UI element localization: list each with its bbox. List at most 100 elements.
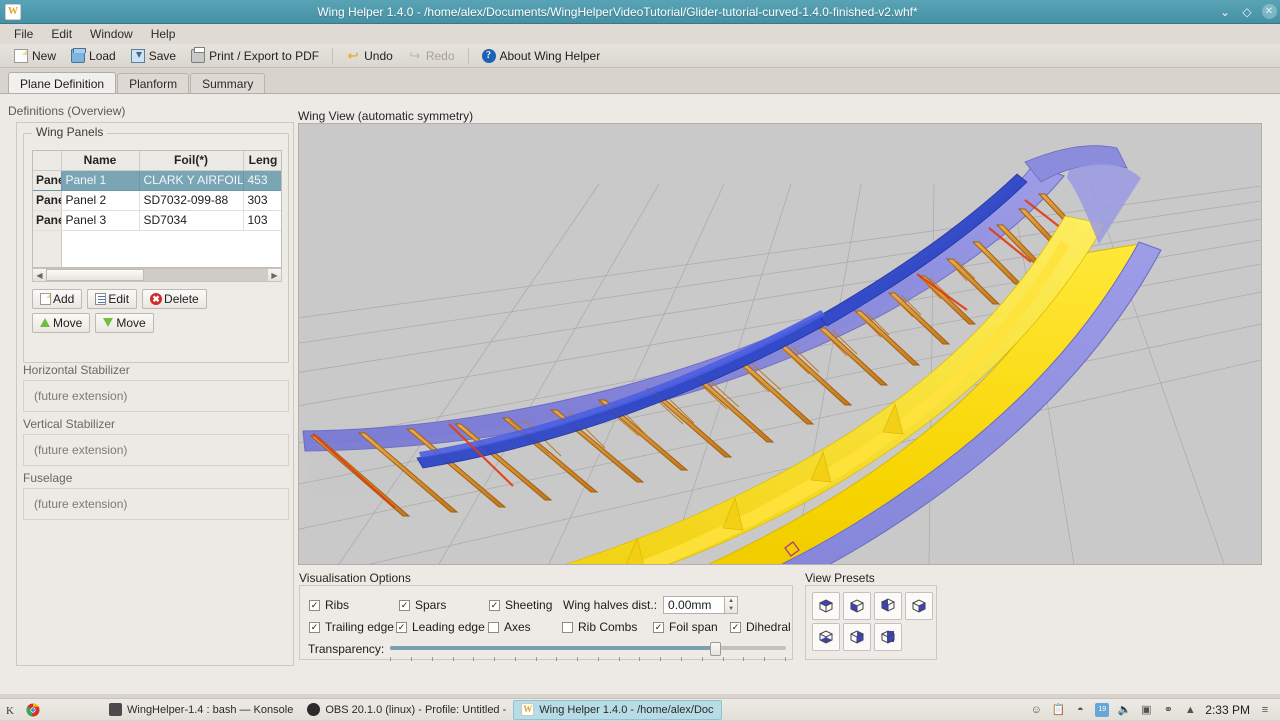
view-preset-rear-left[interactable] — [843, 623, 871, 651]
scrollbar-track[interactable] — [46, 269, 268, 281]
scroll-left-icon[interactable]: ◀ — [33, 269, 46, 281]
display-icon[interactable]: ▣ — [1139, 703, 1153, 717]
move-up-button[interactable]: Move — [32, 313, 91, 333]
table-row[interactable]: Panel #2 Panel 2 SD7032-099-88 303 — [33, 190, 281, 211]
maximize-button[interactable]: ◇ — [1236, 1, 1258, 23]
axes-checkbox-box[interactable] — [488, 621, 499, 633]
checkbox-ribs[interactable]: ✓ Ribs — [309, 598, 349, 612]
stepper-up-icon[interactable]: ▲ — [725, 597, 737, 605]
view-preset-left[interactable] — [874, 592, 902, 620]
foil-span-checkbox-box[interactable]: ✓ — [653, 621, 664, 633]
user-icon[interactable]: ☺ — [1029, 703, 1043, 717]
cube-bottom-icon — [818, 630, 834, 644]
edit-pencil-icon — [95, 293, 107, 305]
menu-window[interactable]: Window — [82, 25, 141, 43]
clipboard-icon[interactable]: 📋 — [1051, 703, 1065, 717]
add-button[interactable]: Add — [32, 289, 83, 309]
minimize-button[interactable]: ⌄ — [1214, 1, 1236, 23]
move-down-button[interactable]: Move — [95, 313, 154, 333]
load-button[interactable]: Load — [65, 47, 122, 65]
col-header-name[interactable]: Name — [61, 151, 140, 171]
col-header-index[interactable] — [33, 151, 62, 171]
col-header-foil[interactable]: Foil(*) — [139, 151, 244, 171]
scroll-right-icon[interactable]: ▶ — [268, 269, 281, 281]
table-horizontal-scrollbar[interactable]: ◀ ▶ — [32, 268, 282, 282]
wing-halves-dist-stepper[interactable]: ▲ ▼ — [725, 596, 739, 614]
chrome-icon[interactable] — [22, 699, 44, 721]
edit-button[interactable]: Edit — [87, 289, 138, 309]
leading-edge-label: Leading edge — [412, 620, 485, 634]
new-button[interactable]: New — [8, 47, 62, 65]
checkbox-leading-edge[interactable]: ✓ Leading edge — [396, 620, 485, 634]
sheeting-checkbox-box[interactable]: ✓ — [489, 599, 500, 611]
clock[interactable]: 2:33 PM — [1205, 703, 1250, 717]
taskbar-menu-icon[interactable]: ≡ — [1258, 703, 1272, 717]
delete-button[interactable]: ✖ Delete — [142, 289, 207, 309]
fuselage-box[interactable]: (future extension) — [23, 488, 289, 520]
tab-planform[interactable]: Planform — [117, 73, 190, 94]
vertical-stabilizer-box[interactable]: (future extension) — [23, 434, 289, 466]
horizontal-stabilizer-content: (future extension) — [34, 389, 128, 403]
undo-button[interactable]: ↩ Undo — [340, 47, 399, 65]
view-preset-rear-right[interactable] — [874, 623, 902, 651]
dihedral-checkbox-box[interactable]: ✓ — [730, 621, 741, 633]
view-presets-grid — [812, 592, 936, 651]
horizontal-stabilizer-box[interactable]: (future extension) — [23, 380, 289, 412]
transparency-slider[interactable] — [390, 642, 786, 661]
print-export-pdf-button[interactable]: Print / Export to PDF — [185, 46, 325, 65]
menu-help[interactable]: Help — [143, 25, 184, 43]
checkbox-spars[interactable]: ✓ Spars — [399, 598, 446, 612]
table-row[interactable]: Panel #1 Panel 1 CLARK Y AIRFOIL 453 — [33, 170, 281, 191]
close-button[interactable]: ✕ — [1258, 1, 1280, 23]
leading-edge-checkbox-box[interactable]: ✓ — [396, 621, 407, 633]
kde-menu-icon[interactable]: K — [0, 699, 22, 721]
wing-halves-dist-label: Wing halves dist.: — [563, 598, 658, 612]
dihedral-label: Dihedral — [746, 620, 791, 634]
cell-name: Panel 1 — [61, 170, 140, 191]
spars-checkbox-box[interactable]: ✓ — [399, 599, 410, 611]
table-row[interactable]: Panel #3 Panel 3 SD7034 103 — [33, 210, 281, 231]
wing-view-3d-canvas[interactable] — [298, 123, 1262, 565]
cell-name: Panel 3 — [61, 210, 140, 231]
tab-summary[interactable]: Summary — [190, 73, 266, 94]
wing-panels-table[interactable]: Name Foil(*) Leng Panel #1 Panel 1 CLARK… — [32, 150, 282, 268]
fuselage-section: Fuselage (future extension) — [23, 471, 289, 520]
stepper-down-icon[interactable]: ▼ — [725, 605, 737, 613]
table-empty-row — [33, 230, 281, 267]
scrollbar-thumb[interactable] — [46, 269, 144, 281]
col-header-length[interactable]: Leng — [243, 151, 281, 171]
about-wing-helper-button[interactable]: ? About Wing Helper — [476, 47, 607, 65]
view-preset-bottom[interactable] — [812, 623, 840, 651]
trailing-edge-checkbox-box[interactable]: ✓ — [309, 621, 320, 633]
volume-icon[interactable]: 🔈 — [1117, 703, 1131, 717]
shield-icon[interactable]: ⚭ — [1161, 703, 1175, 717]
checkbox-sheeting[interactable]: ✓ Sheeting — [489, 598, 552, 612]
slider-handle[interactable] — [709, 642, 721, 656]
view-preset-front-right[interactable] — [905, 592, 933, 620]
taskbar-window-konsole[interactable]: WingHelper-1.4 : bash — Konsole — [102, 700, 300, 720]
network-icon[interactable]: ◓ — [1073, 703, 1087, 717]
table-header-row: Name Foil(*) Leng — [33, 151, 281, 171]
checkbox-dihedral[interactable]: ✓ Dihedral — [730, 620, 791, 634]
calendar-icon[interactable]: 19 — [1095, 702, 1110, 717]
checkbox-axes[interactable]: Axes — [488, 620, 531, 634]
rib-combs-checkbox-box[interactable] — [562, 621, 573, 633]
taskbar-window-obs[interactable]: OBS 20.1.0 (linux) - Profile: Untitled - — [300, 700, 513, 720]
visualisation-options-panel: ✓ Ribs ✓ Spars ✓ Sheeting Wing halves di… — [299, 585, 793, 661]
wing-halves-dist-input[interactable]: 0.00mm — [663, 596, 726, 614]
tab-plane-definition[interactable]: Plane Definition — [8, 72, 117, 94]
save-button[interactable]: Save — [125, 47, 182, 65]
menu-file[interactable]: File — [6, 25, 41, 43]
view-preset-top[interactable] — [812, 592, 840, 620]
view-preset-front-left[interactable] — [843, 592, 871, 620]
checkbox-trailing-edge[interactable]: ✓ Trailing edge — [309, 620, 394, 634]
ribs-checkbox-box[interactable]: ✓ — [309, 599, 320, 611]
taskbar-window-wing-helper[interactable]: W Wing Helper 1.4.0 - /home/alex/Doc — [513, 699, 722, 720]
rib-combs-label: Rib Combs — [578, 620, 638, 634]
menu-edit[interactable]: Edit — [43, 25, 80, 43]
show-hidden-icon[interactable]: ▲ — [1183, 703, 1197, 717]
checkbox-foil-span[interactable]: ✓ Foil span — [653, 620, 718, 634]
slider-ticks — [390, 657, 786, 661]
checkbox-rib-combs[interactable]: Rib Combs — [562, 620, 637, 634]
close-icon: ✕ — [1261, 4, 1277, 19]
